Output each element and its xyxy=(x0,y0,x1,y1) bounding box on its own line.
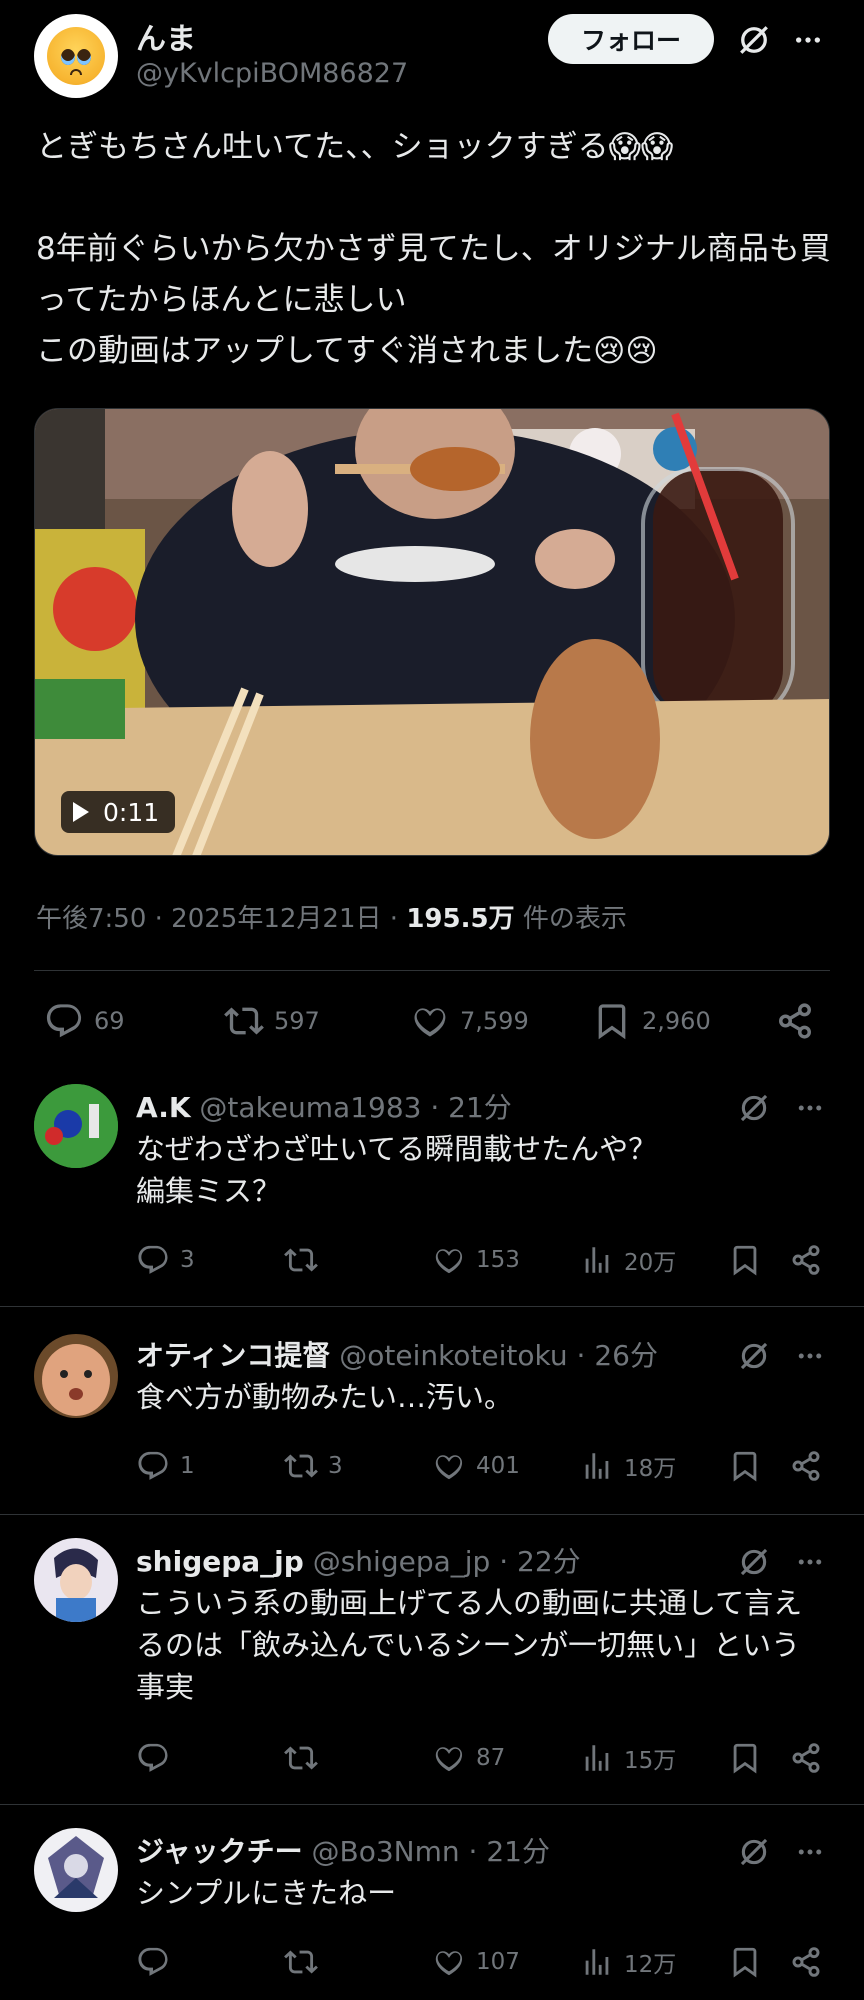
like-count: 7,599 xyxy=(460,1007,529,1035)
grok-icon[interactable] xyxy=(734,1336,774,1376)
more-options-icon[interactable] xyxy=(788,1336,832,1376)
divider xyxy=(0,1514,864,1515)
video-player[interactable]: 0:11 xyxy=(34,408,830,856)
repost-button[interactable] xyxy=(284,1738,328,1778)
play-icon[interactable] xyxy=(73,802,89,822)
more-options-icon[interactable] xyxy=(788,1832,832,1872)
reply-author[interactable]: オティンコ提督 @oteinkoteitoku · 26分 xyxy=(136,1334,658,1374)
reply-text: こういう系の動画上げてる人の動画に共通して言えるのは「飲み込んでいるシーンが一切… xyxy=(136,1586,803,1704)
share-button[interactable] xyxy=(790,1446,822,1486)
divider xyxy=(0,1804,864,1805)
like-button[interactable]: 401 xyxy=(432,1446,520,1486)
share-button[interactable] xyxy=(790,1738,822,1778)
reply-text: 食べ方が動物みたい…汚い。 xyxy=(136,1380,514,1414)
reply-author[interactable]: shigepa_jp @shigepa_jp · 22分 xyxy=(136,1540,581,1580)
video-thumbnail xyxy=(35,409,829,855)
views-button[interactable]: 20万 xyxy=(580,1240,676,1280)
author-display-name[interactable]: んま xyxy=(136,14,196,58)
like-button[interactable]: 153 xyxy=(432,1240,520,1280)
repost-button[interactable]: 597 xyxy=(224,996,320,1046)
bookmark-button[interactable] xyxy=(728,1942,762,1982)
post-meta: 午後7:50 · 2025年12月21日 · 195.5万 件の表示 xyxy=(36,898,627,935)
grok-icon[interactable] xyxy=(734,1832,774,1872)
avatar[interactable] xyxy=(34,1538,118,1622)
reply-actions: 107 12万 xyxy=(136,1942,836,1982)
video-duration-label: 0:11 xyxy=(103,797,160,827)
repost-button[interactable]: 3 xyxy=(284,1446,343,1486)
reply-author[interactable]: ジャックチー @Bo3Nmn · 21分 xyxy=(136,1830,550,1870)
grok-icon[interactable] xyxy=(734,20,774,60)
repost-button[interactable] xyxy=(284,1240,328,1280)
avatar[interactable] xyxy=(34,1334,118,1418)
grok-icon[interactable] xyxy=(734,1542,774,1582)
views-button[interactable]: 18万 xyxy=(580,1446,676,1486)
avatar[interactable] xyxy=(34,14,118,98)
reply-button[interactable] xyxy=(136,1942,180,1982)
reply-actions: 1 3 401 18万 xyxy=(136,1446,836,1486)
reply-button[interactable] xyxy=(136,1738,180,1778)
divider xyxy=(34,970,830,971)
bookmark-button[interactable] xyxy=(728,1738,762,1778)
repost-count: 597 xyxy=(274,1007,320,1035)
share-button[interactable] xyxy=(790,1240,822,1280)
like-button[interactable]: 7,599 xyxy=(410,996,529,1046)
reply-button[interactable]: 69 xyxy=(44,996,125,1046)
reply-author[interactable]: A.K @takeuma1983 · 21分 xyxy=(136,1086,512,1126)
more-options-icon[interactable] xyxy=(786,20,830,60)
views-button[interactable]: 15万 xyxy=(580,1738,676,1778)
post-text: とぎもちさん吐いてた、、ショックすぎる😱😱 8年前ぐらいから欠かさず見てたし、オ… xyxy=(36,129,831,369)
grok-icon[interactable] xyxy=(734,1088,774,1128)
reply-actions: 87 15万 xyxy=(136,1738,836,1778)
post-header: んま @yKvlcpiBOM86827 フォロー xyxy=(34,12,830,102)
views-button[interactable]: 12万 xyxy=(580,1942,676,1982)
more-options-icon[interactable] xyxy=(788,1542,832,1582)
avatar[interactable] xyxy=(34,1084,118,1168)
author-handle[interactable]: @yKvlcpiBOM86827 xyxy=(136,58,408,89)
reply-icon xyxy=(44,1001,84,1041)
reply-button[interactable]: 3 xyxy=(136,1240,195,1280)
share-button[interactable] xyxy=(776,996,814,1046)
bookmark-count: 2,960 xyxy=(642,1007,711,1035)
like-button[interactable]: 107 xyxy=(432,1942,520,1982)
share-button[interactable] xyxy=(790,1942,822,1982)
share-icon xyxy=(776,1002,814,1040)
repost-icon xyxy=(224,1001,264,1041)
reply-actions: 3 153 20万 xyxy=(136,1240,836,1280)
follow-button[interactable]: フォロー xyxy=(548,14,714,64)
reply-button[interactable]: 1 xyxy=(136,1446,195,1486)
divider xyxy=(0,1306,864,1307)
more-options-icon[interactable] xyxy=(788,1088,832,1128)
like-icon xyxy=(410,1001,450,1041)
video-duration: 0:11 xyxy=(61,791,176,833)
reply-text: シンプルにきたねー xyxy=(136,1876,397,1910)
like-button[interactable]: 87 xyxy=(432,1738,505,1778)
avatar[interactable] xyxy=(34,1828,118,1912)
bookmark-icon xyxy=(592,1001,632,1041)
bookmark-button[interactable] xyxy=(728,1446,762,1486)
pleading-face-icon xyxy=(47,27,105,85)
repost-button[interactable] xyxy=(284,1942,328,1982)
reply-text: なぜわざわざ吐いてる瞬間載せたんや？ 編集ミス？ xyxy=(136,1132,658,1208)
post-timestamp[interactable]: 午後7:50 · 2025年12月21日 · xyxy=(36,904,406,934)
bookmark-button[interactable]: 2,960 xyxy=(592,996,711,1046)
view-count-label: 件の表示 xyxy=(514,904,627,934)
reply-count: 69 xyxy=(94,1007,125,1035)
view-count: 195.5万 xyxy=(406,904,515,934)
post-actions: 69 597 7,599 2,960 xyxy=(36,996,826,1046)
bookmark-button[interactable] xyxy=(728,1240,762,1280)
